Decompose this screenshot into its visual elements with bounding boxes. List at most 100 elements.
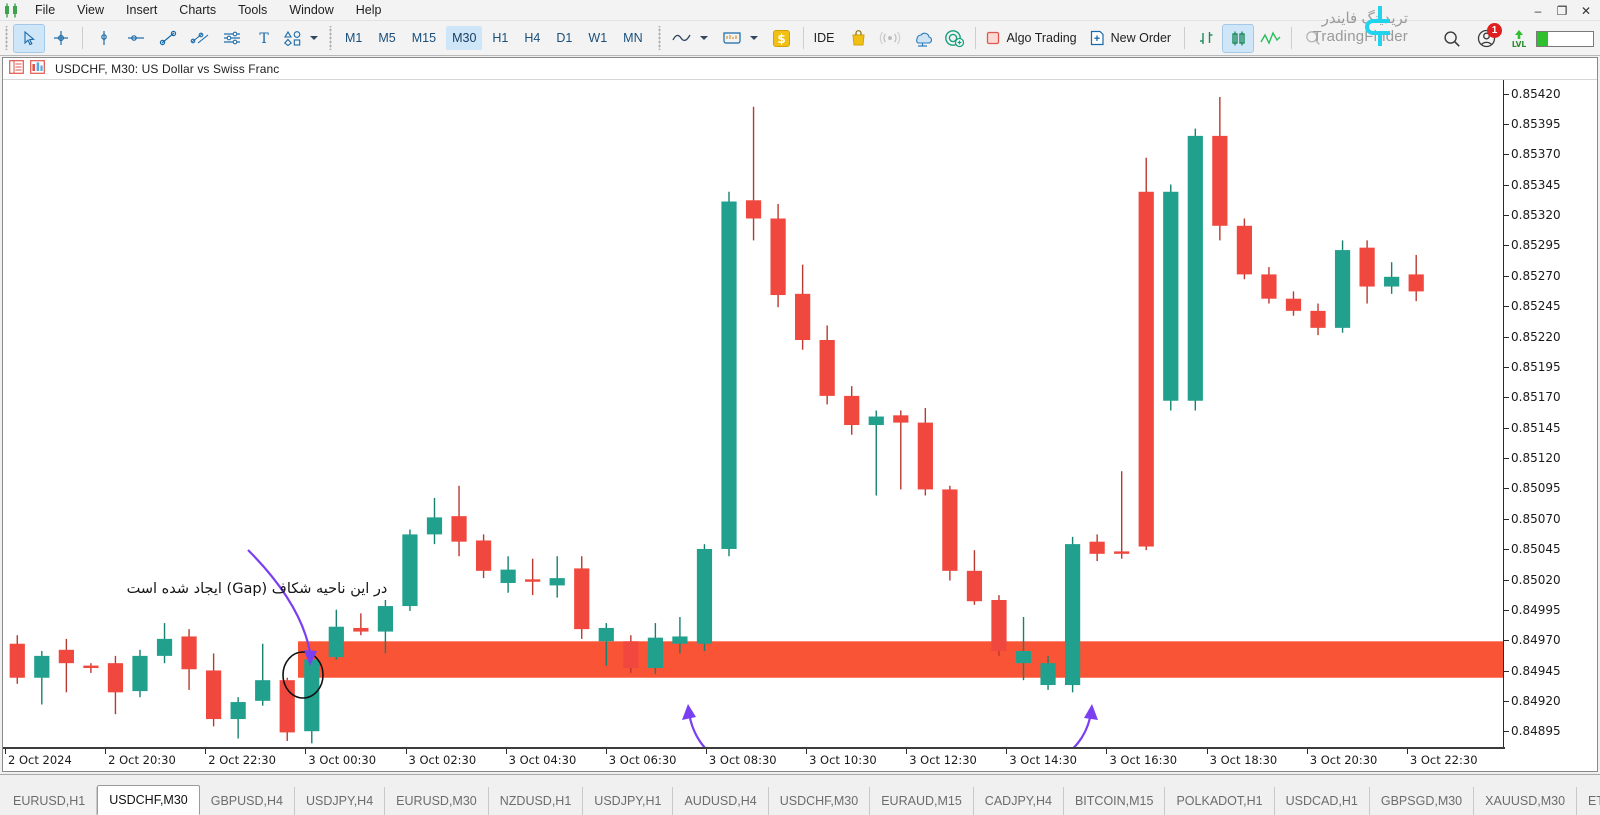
signals-broadcast-icon[interactable] xyxy=(875,25,905,52)
trendline-icon[interactable] xyxy=(153,25,183,52)
timeframe-h4[interactable]: H4 xyxy=(518,26,546,50)
chart-tab-gbpusd-h4[interactable]: GBPUSD,H4 xyxy=(200,787,295,815)
candle-body xyxy=(868,416,884,426)
menu-window[interactable]: Window xyxy=(278,0,344,21)
indicator-dropdown-caret-icon[interactable] xyxy=(699,36,708,40)
timeframe-m15[interactable]: M15 xyxy=(406,26,442,50)
menu-file[interactable]: File xyxy=(24,0,66,21)
chart-properties-icon[interactable] xyxy=(30,60,45,77)
shapes-icon[interactable] xyxy=(281,25,307,52)
shapes-dropdown-caret-icon[interactable] xyxy=(310,36,318,40)
candle-body xyxy=(426,517,443,535)
time-tick-label: 3 Oct 18:30 xyxy=(1209,753,1278,767)
cursor-arrow-icon[interactable] xyxy=(13,23,45,53)
candle-body xyxy=(206,670,222,720)
chart-tab-usdjpy-h4[interactable]: USDJPY,H4 xyxy=(295,787,386,815)
menu-charts[interactable]: Charts xyxy=(168,0,227,21)
price-tick-label: 0.85345 xyxy=(1511,177,1561,192)
chart-tab-ethe[interactable]: ETHE xyxy=(1577,787,1600,815)
candle-body xyxy=(1334,250,1351,328)
candle-body xyxy=(353,627,369,632)
chart-tab-usdchf-m30[interactable]: USDCHF,M30 xyxy=(769,787,871,815)
toolbar-divider-2 xyxy=(802,27,804,49)
time-tick-label: 3 Oct 10:30 xyxy=(809,753,877,767)
chart-tab-bitcoin-m15[interactable]: BITCOIN,M15 xyxy=(1064,787,1166,815)
chart-tab-nzdusd-h1[interactable]: NZDUSD,H1 xyxy=(489,787,584,815)
support-zone-rectangle[interactable] xyxy=(298,641,1505,678)
chart-template-icon[interactable] xyxy=(717,25,747,52)
candle-body xyxy=(58,649,74,664)
chart-tab-usdjpy-h1[interactable]: USDJPY,H1 xyxy=(583,787,674,815)
toolbar-grip[interactable] xyxy=(4,26,10,50)
vertical-line-icon[interactable] xyxy=(89,25,119,52)
timeframe-d1[interactable]: D1 xyxy=(550,26,578,50)
chart-plot-area[interactable]: در این ناحیه شکاف (Gap) ایجاد شده است به… xyxy=(3,80,1597,771)
time-tick-label: 3 Oct 22:30 xyxy=(1409,753,1478,767)
connection-meter[interactable] xyxy=(1536,30,1594,47)
line-chart-icon[interactable] xyxy=(1255,25,1285,52)
candle-body xyxy=(255,680,271,701)
crosshair-icon[interactable] xyxy=(46,25,76,52)
candlestick-canvas[interactable]: در این ناحیه شکاف (Gap) ایجاد شده است به… xyxy=(3,80,1505,771)
chart-tab-audusd-h4[interactable]: AUDUSD,H4 xyxy=(673,787,769,815)
indicator-line-icon[interactable] xyxy=(667,25,697,52)
chart-tab-eurusd-m30[interactable]: EURUSD,M30 xyxy=(385,787,489,815)
price-tick-label: 0.84970 xyxy=(1511,633,1561,648)
time-axis[interactable]: 2 Oct 2024 2 Oct 20:30 2 Oct 22:30 3 Oct 00… xyxy=(3,747,1505,771)
close-button[interactable]: ✕ xyxy=(1574,1,1598,21)
restore-button[interactable]: ❐ xyxy=(1550,1,1574,21)
candle-body xyxy=(1285,298,1302,311)
text-tool-icon[interactable]: T xyxy=(249,25,279,52)
candle-body xyxy=(1236,225,1253,275)
fibonacci-icon[interactable] xyxy=(217,25,247,52)
chart-tab-euraud-m15[interactable]: EURAUD,M15 xyxy=(870,787,974,815)
zoom-icon[interactable] xyxy=(1298,25,1328,52)
timeframe-m30[interactable]: M30 xyxy=(446,26,483,50)
timeframe-h1[interactable]: H1 xyxy=(486,26,514,50)
menu-view[interactable]: View xyxy=(66,0,115,21)
chart-tab-cadjpy-h4[interactable]: CADJPY,H4 xyxy=(974,787,1064,815)
menu-insert[interactable]: Insert xyxy=(115,0,168,21)
chart-tab-usdchf-m30[interactable]: USDCHF,M30 xyxy=(97,785,200,815)
candlestick-chart-icon[interactable] xyxy=(1222,23,1255,53)
search-icon[interactable] xyxy=(1437,25,1467,52)
timeframe-m5[interactable]: M5 xyxy=(372,26,401,50)
new-order-label: New Order xyxy=(1110,31,1172,45)
algo-trading-button[interactable]: Algo Trading xyxy=(981,25,1084,52)
timeframe-m1[interactable]: M1 xyxy=(339,26,368,50)
minimize-button[interactable]: – xyxy=(1526,1,1550,21)
price-tick-label: 0.85320 xyxy=(1511,208,1561,223)
chart-tab-polkadot-h1[interactable]: POLKADOT,H1 xyxy=(1165,787,1275,815)
profile-icon[interactable]: 1 xyxy=(1471,23,1502,52)
level-up-icon[interactable]: LVL xyxy=(1505,25,1533,52)
chart-tab-usdcad-h1[interactable]: USDCAD,H1 xyxy=(1275,787,1370,815)
timeframe-group: M1 M5 M15 M30 H1 H4 D1 W1 MN xyxy=(337,26,651,50)
template-dropdown-caret-icon[interactable] xyxy=(749,36,758,40)
toolbar-grip-3[interactable] xyxy=(656,26,663,50)
channel-icon[interactable] xyxy=(185,25,215,52)
bar-chart-icon[interactable] xyxy=(1191,25,1221,52)
time-tick-label: 3 Oct 14:30 xyxy=(1009,753,1077,767)
candlestick-series xyxy=(9,97,1505,744)
vps-target-icon[interactable] xyxy=(939,25,969,52)
market-bag-icon[interactable] xyxy=(843,25,873,52)
new-order-button[interactable]: New Order xyxy=(1085,25,1179,52)
chart-tab-xauusd-m30[interactable]: XAUUSD,M30 xyxy=(1474,787,1578,815)
ide-button[interactable]: IDE xyxy=(809,25,843,52)
candle-body xyxy=(819,339,835,396)
dollar-icon[interactable]: $ xyxy=(767,25,797,52)
toolbar-grip-2[interactable] xyxy=(328,26,334,50)
chart-tab-gbpsgd-m30[interactable]: GBPSGD,M30 xyxy=(1370,787,1475,815)
timeframe-w1[interactable]: W1 xyxy=(582,26,613,50)
cloud-icon[interactable] xyxy=(907,25,937,52)
time-tick-label: 2 Oct 2024 xyxy=(8,753,72,767)
timeframe-mn[interactable]: MN xyxy=(617,26,648,50)
horizontal-line-icon[interactable] xyxy=(121,25,151,52)
candle-body xyxy=(991,599,1007,652)
menu-tools[interactable]: Tools xyxy=(227,0,278,21)
chart-data-window-icon[interactable] xyxy=(9,60,24,77)
price-axis[interactable]: 0.85420 0.85395 0.85370 0.85345 0.85320 0.852… xyxy=(1503,80,1597,771)
menu-help[interactable]: Help xyxy=(345,0,393,21)
time-tick-label: 3 Oct 12:30 xyxy=(909,753,977,767)
chart-tab-eurusd-h1[interactable]: EURUSD,H1 xyxy=(2,787,98,815)
